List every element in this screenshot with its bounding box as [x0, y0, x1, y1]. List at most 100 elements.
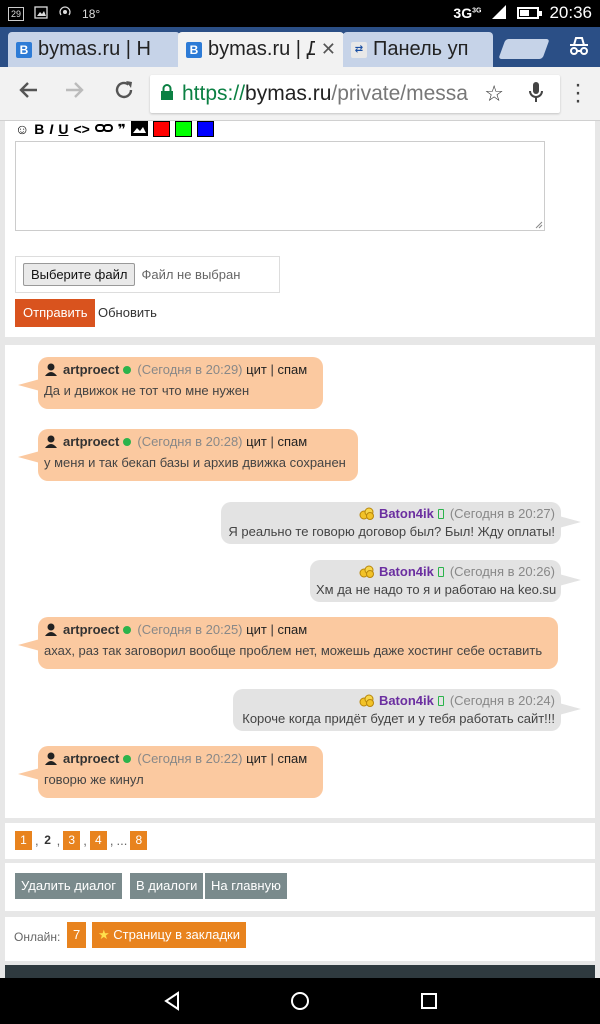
nav-home-icon[interactable]: [289, 990, 311, 1017]
coins-icon: [359, 565, 374, 578]
coins-icon: [359, 507, 374, 520]
message-meta: artproect (Сегодня в 20:29) цит | спам: [44, 357, 317, 383]
message-bubble: Baton4ik (Сегодня в 20:26) Хм да не надо …: [310, 560, 581, 602]
address-bar[interactable]: https://bymas.ru/private/messa ☆: [150, 75, 560, 113]
message-meta: artproect (Сегодня в 20:25) цит | спам: [44, 617, 552, 643]
author-nick[interactable]: artproect: [63, 362, 119, 377]
spam-link[interactable]: спам: [277, 362, 307, 377]
quote-link[interactable]: цит: [246, 622, 267, 637]
refresh-link[interactable]: Обновить: [98, 299, 157, 327]
new-tab-button[interactable]: [498, 39, 550, 59]
send-button[interactable]: Отправить: [15, 299, 96, 327]
choose-file-button[interactable]: Выберите файл: [23, 263, 136, 286]
message-time: (Сегодня в 20:26): [449, 564, 555, 579]
page-link-4[interactable]: 4: [89, 831, 107, 850]
more-vert-icon[interactable]: · · ·: [568, 73, 588, 113]
image-insert-icon[interactable]: [131, 121, 149, 139]
message-meta: artproect (Сегодня в 20:22) цит | спам: [44, 746, 317, 772]
bookmark-star-icon[interactable]: ☆: [484, 81, 504, 107]
reload-button[interactable]: [109, 79, 139, 108]
quote-link[interactable]: цит: [246, 434, 267, 449]
mobile-icon: [437, 509, 444, 520]
tab-bymas-dialog[interactable]: В bymas.ru | Д ✕: [178, 32, 344, 67]
delete-dialog-button[interactable]: Удалить диалог: [15, 873, 123, 899]
page-link-1[interactable]: 1: [15, 831, 32, 850]
to-dialogs-button[interactable]: В диалоги: [130, 873, 204, 899]
page-current: 2: [44, 833, 51, 847]
author-nick[interactable]: artproect: [63, 622, 119, 637]
color-blue-swatch[interactable]: [197, 121, 215, 137]
message-time: (Сегодня в 20:25): [137, 622, 243, 637]
author-nick[interactable]: Baton4ik: [379, 506, 434, 521]
status-bar: 29 18° 3G3G 20:36: [0, 0, 600, 27]
message-text: говорю же кинул: [44, 772, 144, 787]
quote-link[interactable]: цит: [246, 751, 267, 766]
network-type: 3G3G: [453, 5, 482, 21]
underline-button[interactable]: U: [58, 121, 68, 137]
user-avatar-icon: [44, 622, 58, 636]
link-icon[interactable]: [94, 121, 113, 137]
tab-bymas-news[interactable]: В bymas.ru | Н: [8, 32, 180, 67]
message-time: (Сегодня в 20:27): [449, 506, 555, 521]
system-nav-bar: [0, 978, 600, 1024]
message-bubble: Baton4ik (Сегодня в 20:27) Я реально те г…: [221, 502, 581, 544]
smiley-icon[interactable]: ☺: [15, 121, 29, 137]
bymas-favicon-icon: В: [16, 41, 32, 58]
compose-card: ☺ B I U <> ❞ Выберите файл Файл не выбра…: [5, 121, 595, 337]
message-time: (Сегодня в 20:28): [137, 434, 243, 449]
author-nick[interactable]: Baton4ik: [379, 564, 434, 579]
message-textarea[interactable]: [15, 141, 545, 231]
online-card: Онлайн: 7 ★ Страницу в закладки: [5, 917, 595, 961]
author-nick[interactable]: artproect: [63, 434, 119, 449]
nav-back-icon[interactable]: [161, 990, 183, 1017]
user-avatar-icon: [44, 362, 58, 376]
page-link-3[interactable]: 3: [63, 831, 81, 850]
quote-link[interactable]: цит: [246, 362, 267, 377]
user-avatar-icon: [44, 434, 58, 448]
close-tab-icon[interactable]: ✕: [321, 39, 336, 60]
online-count-button[interactable]: 7: [67, 922, 87, 948]
back-button[interactable]: [13, 79, 43, 108]
browser-toolbar: https://bymas.ru/private/messa ☆ · · ·: [0, 67, 600, 121]
mobile-icon: [437, 696, 444, 707]
author-nick[interactable]: Baton4ik: [379, 693, 434, 708]
pagination: 1, 2, 3, 4, ... 8: [15, 831, 148, 850]
online-dot-icon: [123, 366, 132, 375]
bookmark-page-button[interactable]: ★ Страницу в закладки: [92, 922, 246, 948]
page-link-8[interactable]: 8: [130, 831, 148, 850]
quote-icon[interactable]: ❞: [118, 121, 126, 138]
author-nick[interactable]: artproect: [63, 751, 119, 766]
mic-icon[interactable]: [528, 81, 544, 109]
notification-29-icon: 29: [8, 6, 25, 21]
message-bubble: artproect (Сегодня в 20:22) цит | спам го…: [18, 746, 323, 798]
color-green-swatch[interactable]: [175, 121, 193, 137]
hotspot-icon: [58, 5, 72, 22]
messages-card: artproect (Сегодня в 20:29) цит | спам Да…: [5, 345, 595, 818]
bymas-favicon-icon: В: [186, 41, 202, 58]
mobile-icon: [437, 567, 444, 578]
page-footer: [5, 965, 595, 978]
bold-button[interactable]: B: [34, 121, 44, 137]
spam-link[interactable]: спам: [277, 434, 307, 449]
color-red-swatch[interactable]: [153, 121, 171, 137]
dialog-actions-card: Удалить диалог В диалоги На главную: [5, 863, 595, 911]
forward-button[interactable]: [60, 79, 90, 108]
no-file-label: Файл не выбран: [141, 267, 241, 282]
message-time: (Сегодня в 20:22): [137, 751, 243, 766]
spam-link[interactable]: спам: [277, 622, 307, 637]
message-text: ахах, раз так заговорил вообще проблем н…: [44, 643, 543, 658]
formatting-toolbar: ☺ B I U <> ❞: [15, 121, 215, 139]
tab-panel[interactable]: ⇄ Панель уп: [343, 32, 493, 67]
arrow-right-icon: [66, 82, 84, 98]
message-text: Короче когда придёт будет и у тебя работ…: [242, 711, 555, 726]
incognito-icon[interactable]: [566, 36, 592, 58]
spam-link[interactable]: спам: [277, 751, 307, 766]
italic-button[interactable]: I: [49, 121, 53, 137]
to-main-button[interactable]: На главную: [205, 873, 287, 899]
signal-icon: [491, 4, 507, 23]
code-button[interactable]: <>: [73, 121, 89, 137]
message-text: Хм да не надо то я и работаю на keo.su: [316, 582, 557, 597]
nav-recents-icon[interactable]: [418, 990, 440, 1017]
message-text: Да и движок не тот что мне нужен: [44, 383, 250, 398]
file-input[interactable]: Выберите файл Файл не выбран: [15, 256, 280, 293]
